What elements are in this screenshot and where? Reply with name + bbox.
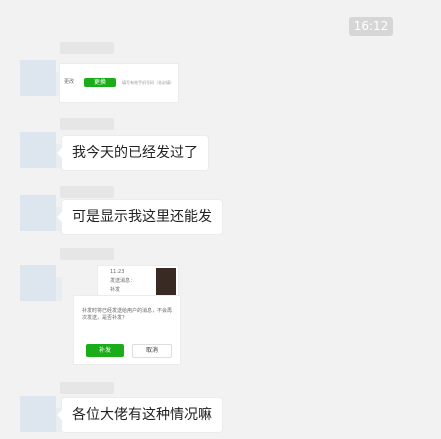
sender-name: [60, 248, 114, 260]
text-message[interactable]: 可是显示我这里还能发: [57, 200, 222, 234]
image-hint: 填写有效手机号码（非必填）: [122, 80, 174, 85]
sender-name: [60, 382, 114, 394]
image-text: 更改: [64, 79, 75, 85]
image-confirm-button: 补发: [86, 344, 124, 357]
avatar[interactable]: [20, 60, 56, 96]
text-message[interactable]: 各位大佬有这种情况嘛: [57, 398, 222, 432]
image-message[interactable]: 11:23 发送消息： 补发 补发时将已经发送给用户的消息，不会再次发送，是否补…: [68, 266, 180, 364]
avatar[interactable]: [20, 132, 56, 168]
sender-name: [60, 186, 114, 198]
avatar[interactable]: [20, 265, 56, 301]
image-dialog-text: 补发时将已经发送给用户的消息，不会再次发送，是否补发？: [82, 308, 173, 321]
image-dark-block: [156, 268, 176, 298]
avatar[interactable]: [20, 396, 56, 432]
text-message[interactable]: 我今天的已经发过了: [57, 136, 208, 170]
image-time: 11:23: [110, 269, 125, 275]
image-dialog: 补发时将已经发送给用户的消息，不会再次发送，是否补发？ 补发 取消: [74, 296, 180, 364]
avatar[interactable]: [20, 195, 56, 231]
image-cancel-button: 取消: [132, 344, 172, 358]
sender-name: [60, 118, 114, 130]
timestamp: 16:12: [349, 17, 393, 36]
image-line1: 发送消息：: [110, 278, 136, 284]
image-line2: 补发: [110, 287, 121, 293]
image-button: 更换: [84, 78, 116, 87]
image-background: 11:23 发送消息： 补发: [98, 266, 178, 300]
sender-name: [60, 42, 114, 54]
image-message[interactable]: 更改 更换 填写有效手机号码（非必填）: [60, 64, 178, 102]
